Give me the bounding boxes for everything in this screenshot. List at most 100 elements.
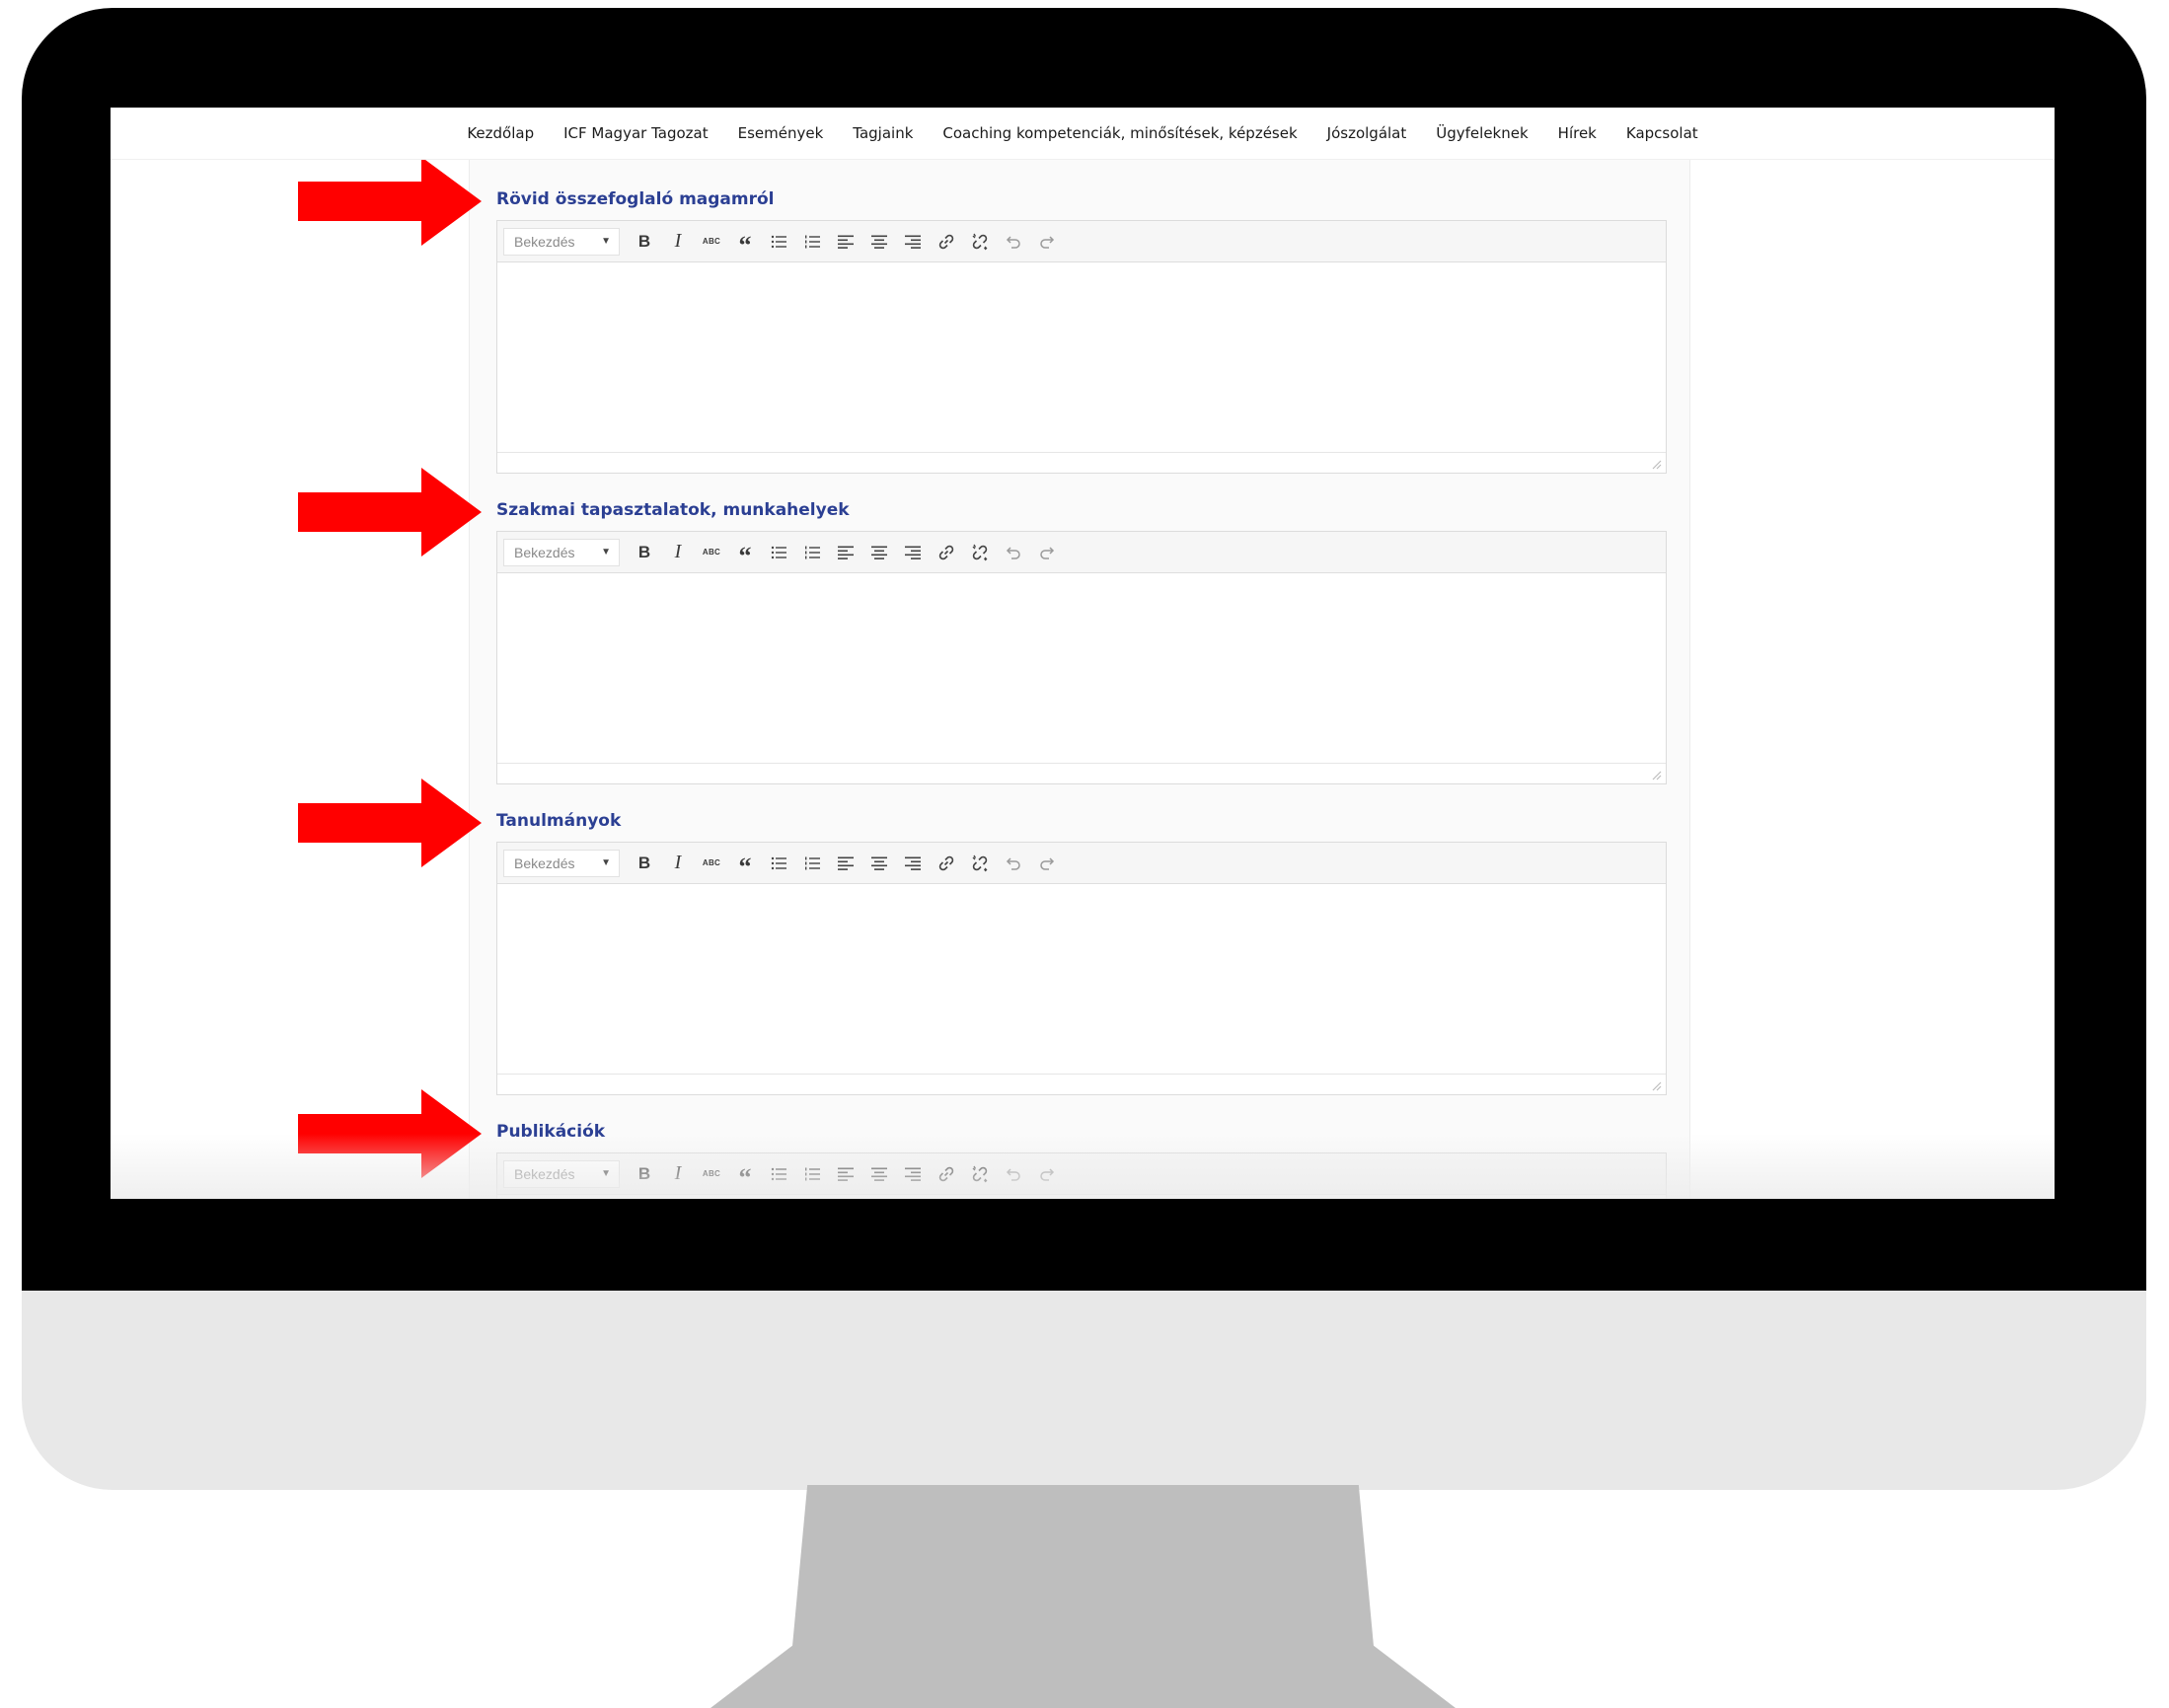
section-label: Rövid összefoglaló magamról xyxy=(496,189,775,209)
undo-icon[interactable] xyxy=(997,849,1030,878)
format-select[interactable]: Bekezdés ▼ xyxy=(503,849,620,877)
format-select-value: Bekezdés xyxy=(514,544,575,560)
format-select[interactable]: Bekezdés ▼ xyxy=(503,227,620,256)
red-arrow-icon xyxy=(298,779,482,867)
bold-icon[interactable]: B xyxy=(628,227,661,257)
align-center-icon[interactable] xyxy=(862,1159,896,1189)
rich-text-editor: Bekezdés ▼ B I ABC “ xyxy=(496,220,1667,474)
redo-icon[interactable] xyxy=(1030,538,1064,567)
editor-statusbar xyxy=(497,452,1666,473)
section-summary: Rövid összefoglaló magamról Bekezdés ▼ B… xyxy=(496,186,1667,474)
rich-text-editor: Bekezdés ▼ B I ABC “ xyxy=(496,1152,1667,1199)
bold-icon[interactable]: B xyxy=(628,1159,661,1189)
align-left-icon[interactable] xyxy=(829,1159,862,1189)
nav-item-ugyfeleknek[interactable]: Ügyfeleknek xyxy=(1436,124,1528,142)
unlink-icon[interactable] xyxy=(963,849,997,878)
numbered-list-icon[interactable] xyxy=(795,538,829,567)
blockquote-icon[interactable]: “ xyxy=(728,1155,762,1193)
nav-item-joszolgalat[interactable]: Jószolgálat xyxy=(1327,124,1407,142)
format-select[interactable]: Bekezdés ▼ xyxy=(503,1159,620,1188)
nav-item-coaching[interactable]: Coaching kompetenciák, minősítések, képz… xyxy=(942,124,1297,142)
redo-icon[interactable] xyxy=(1030,1159,1064,1189)
unlink-icon[interactable] xyxy=(963,1159,997,1189)
blockquote-icon[interactable]: “ xyxy=(728,845,762,882)
editor-toolbar: Bekezdés ▼ B I ABC “ xyxy=(497,221,1666,262)
strikethrough-icon[interactable]: ABC xyxy=(695,1159,728,1189)
editor-toolbar: Bekezdés ▼ B I ABC “ xyxy=(497,1153,1666,1195)
chevron-down-icon: ▼ xyxy=(601,857,611,868)
blockquote-icon[interactable]: “ xyxy=(728,534,762,571)
undo-icon[interactable] xyxy=(997,1159,1030,1189)
nav-item-kezdolap[interactable]: Kezdőlap xyxy=(467,124,534,142)
screen: Kezdőlap ICF Magyar Tagozat Események Ta… xyxy=(111,108,2055,1199)
link-icon[interactable] xyxy=(930,849,963,878)
align-left-icon[interactable] xyxy=(829,538,862,567)
bold-icon[interactable]: B xyxy=(628,849,661,878)
editor-text-area[interactable] xyxy=(497,1195,1666,1199)
redo-icon[interactable] xyxy=(1030,227,1064,257)
editor-text-area[interactable] xyxy=(497,573,1666,763)
align-right-icon[interactable] xyxy=(896,227,930,257)
blockquote-icon[interactable]: “ xyxy=(728,223,762,260)
nav-item-hirek[interactable]: Hírek xyxy=(1558,124,1597,142)
strikethrough-icon[interactable]: ABC xyxy=(695,538,728,567)
numbered-list-icon[interactable] xyxy=(795,1159,829,1189)
nav-item-icf-magyar-tagozat[interactable]: ICF Magyar Tagozat xyxy=(563,124,708,142)
align-right-icon[interactable] xyxy=(896,849,930,878)
editor-toolbar: Bekezdés ▼ B I ABC “ xyxy=(497,843,1666,884)
unlink-icon[interactable] xyxy=(963,538,997,567)
format-select[interactable]: Bekezdés ▼ xyxy=(503,538,620,566)
chevron-down-icon: ▼ xyxy=(601,1168,611,1179)
bold-icon[interactable]: B xyxy=(628,538,661,567)
strikethrough-icon[interactable]: ABC xyxy=(695,849,728,878)
undo-icon[interactable] xyxy=(997,538,1030,567)
red-arrow-icon xyxy=(298,1089,482,1178)
bullet-list-icon[interactable] xyxy=(762,227,795,257)
editor-text-area[interactable] xyxy=(497,884,1666,1074)
bullet-list-icon[interactable] xyxy=(762,538,795,567)
numbered-list-icon[interactable] xyxy=(795,849,829,878)
section-label: Tanulmányok xyxy=(496,811,622,831)
italic-icon[interactable]: I xyxy=(661,227,695,257)
format-select-value: Bekezdés xyxy=(514,854,575,871)
chevron-down-icon: ▼ xyxy=(601,236,611,247)
italic-icon[interactable]: I xyxy=(661,538,695,567)
align-right-icon[interactable] xyxy=(896,1159,930,1189)
strikethrough-icon[interactable]: ABC xyxy=(695,227,728,257)
editor-statusbar xyxy=(497,763,1666,783)
align-center-icon[interactable] xyxy=(862,227,896,257)
align-left-icon[interactable] xyxy=(829,849,862,878)
align-right-icon[interactable] xyxy=(896,538,930,567)
align-center-icon[interactable] xyxy=(862,538,896,567)
undo-icon[interactable] xyxy=(997,227,1030,257)
bullet-list-icon[interactable] xyxy=(762,1159,795,1189)
link-icon[interactable] xyxy=(930,538,963,567)
link-icon[interactable] xyxy=(930,227,963,257)
format-select-value: Bekezdés xyxy=(514,1165,575,1182)
align-left-icon[interactable] xyxy=(829,227,862,257)
section-label: Szakmai tapasztalatok, munkahelyek xyxy=(496,500,850,520)
redo-icon[interactable] xyxy=(1030,849,1064,878)
format-select-value: Bekezdés xyxy=(514,233,575,250)
numbered-list-icon[interactable] xyxy=(795,227,829,257)
monitor-stand xyxy=(711,1485,1456,1708)
editor-text-area[interactable] xyxy=(497,262,1666,452)
red-arrow-icon xyxy=(298,468,482,557)
section-label: Publikációk xyxy=(496,1122,606,1142)
top-navigation: Kezdőlap ICF Magyar Tagozat Események Ta… xyxy=(111,108,2055,160)
italic-icon[interactable]: I xyxy=(661,849,695,878)
rich-text-editor: Bekezdés ▼ B I ABC “ xyxy=(496,531,1667,784)
nav-item-esemenyek[interactable]: Események xyxy=(738,124,824,142)
align-center-icon[interactable] xyxy=(862,849,896,878)
bullet-list-icon[interactable] xyxy=(762,849,795,878)
resize-handle-icon[interactable] xyxy=(1652,460,1662,470)
nav-item-kapcsolat[interactable]: Kapcsolat xyxy=(1626,124,1698,142)
italic-icon[interactable]: I xyxy=(661,1159,695,1189)
resize-handle-icon[interactable] xyxy=(1652,1081,1662,1091)
link-icon[interactable] xyxy=(930,1159,963,1189)
rich-text-editor: Bekezdés ▼ B I ABC “ xyxy=(496,842,1667,1095)
resize-handle-icon[interactable] xyxy=(1652,771,1662,780)
section-studies: Tanulmányok Bekezdés ▼ B I ABC “ xyxy=(496,808,1667,1095)
unlink-icon[interactable] xyxy=(963,227,997,257)
nav-item-tagjaink[interactable]: Tagjaink xyxy=(853,124,913,142)
